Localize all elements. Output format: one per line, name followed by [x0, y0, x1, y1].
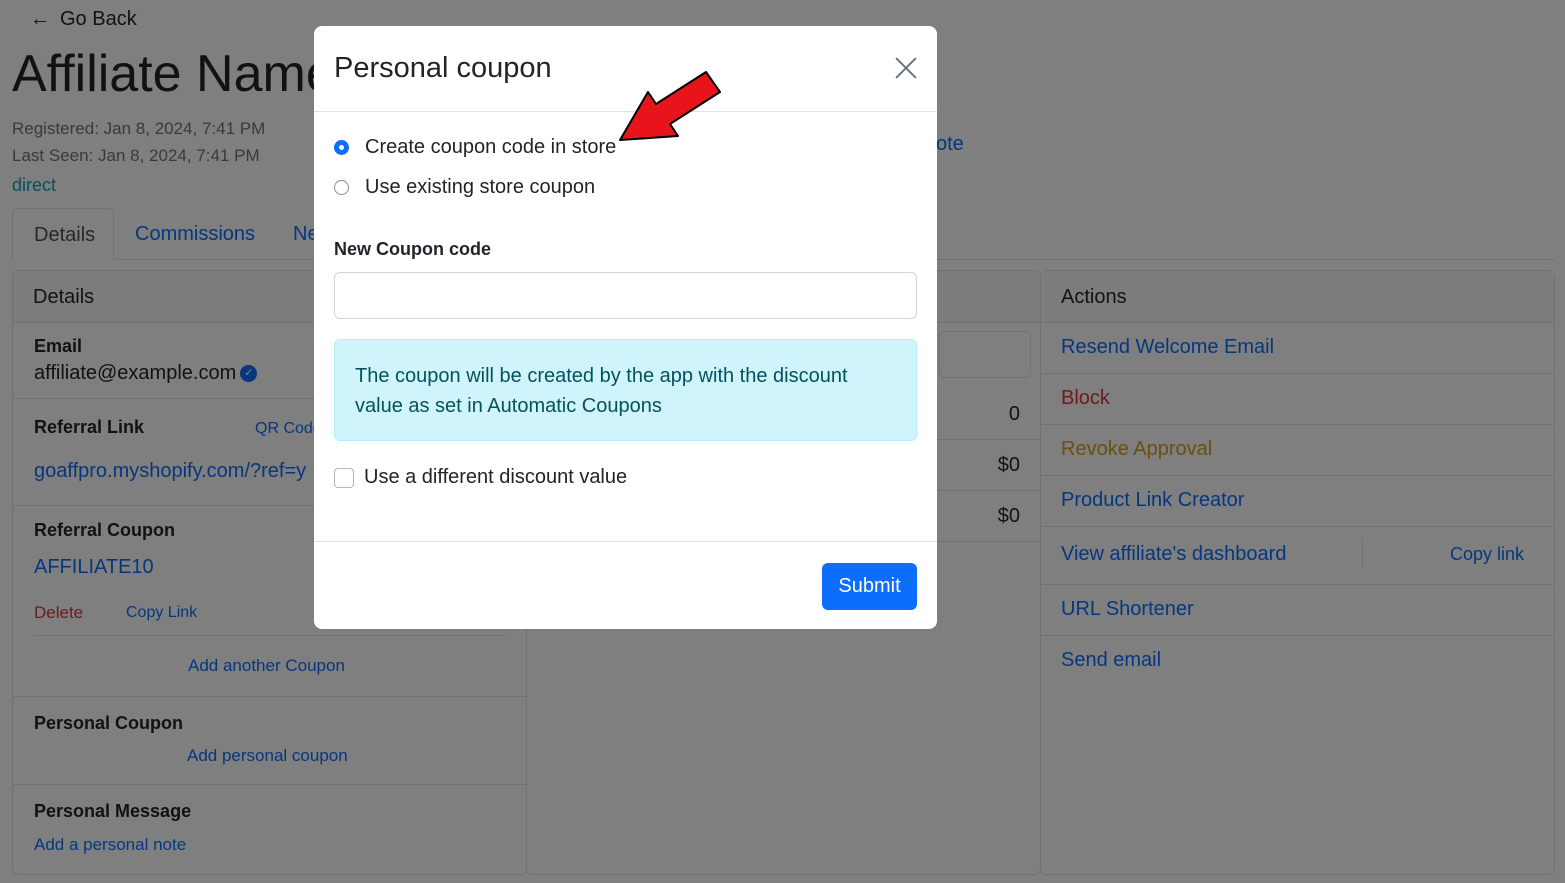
submit-button[interactable]: Submit [822, 563, 917, 610]
modal-title: Personal coupon [334, 52, 552, 84]
create-coupon-label: Create coupon code in store [365, 136, 617, 158]
different-discount-option[interactable]: Use a different discount value [334, 466, 627, 489]
coupon-code-label: New Coupon code [334, 239, 491, 259]
coupon-code-input[interactable] [334, 272, 917, 319]
close-icon[interactable] [892, 54, 920, 82]
existing-coupon-option[interactable]: Use existing store coupon [334, 176, 595, 199]
existing-coupon-radio[interactable] [334, 180, 349, 195]
create-coupon-option[interactable]: Create coupon code in store [334, 136, 616, 159]
info-alert: The coupon will be created by the app wi… [334, 339, 917, 441]
create-coupon-radio[interactable] [334, 140, 349, 155]
annotation-arrow-icon [619, 71, 721, 141]
existing-coupon-label: Use existing store coupon [365, 176, 596, 198]
different-discount-label: Use a different discount value [364, 466, 628, 488]
modal-footer: Submit [314, 541, 937, 629]
different-discount-checkbox[interactable] [334, 467, 354, 488]
